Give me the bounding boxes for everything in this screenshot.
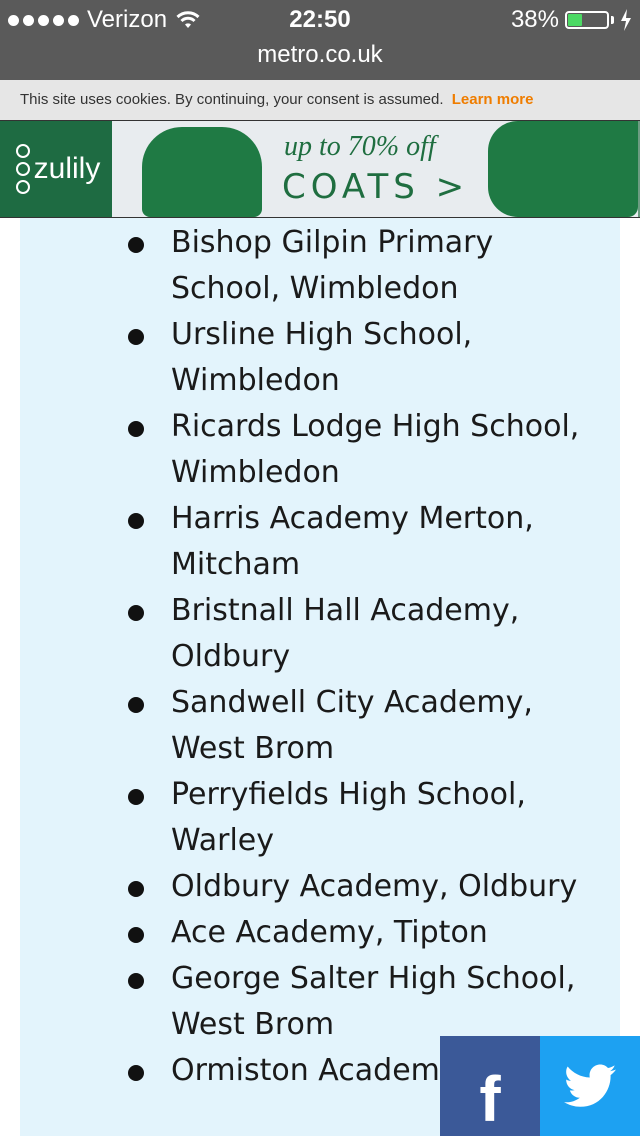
list-item: Ursline High School, Wimbledon <box>20 312 591 404</box>
share-bar: f <box>440 1036 640 1136</box>
bullet-icon <box>128 697 144 713</box>
bullet-icon <box>128 927 144 943</box>
bullet-icon <box>128 789 144 805</box>
ad-headline: up to 70% off <box>284 131 436 162</box>
ad-creative[interactable]: up to 70% off COATS > <box>112 121 638 217</box>
school-name: Harris Academy Merton, Mitcham <box>171 501 534 582</box>
green-coat-image-2 <box>488 121 638 217</box>
battery-level <box>568 14 583 26</box>
green-coat-image <box>142 127 262 217</box>
school-name: Ace Academy, Tipton <box>171 915 488 950</box>
school-list: Bishop Gilpin Primary School, Wimbledon U… <box>20 218 620 1094</box>
bullet-icon <box>128 513 144 529</box>
address-bar[interactable]: metro.co.uk <box>0 40 640 80</box>
charging-bolt-icon <box>621 9 631 31</box>
school-name: Perryfields High School, Warley <box>171 777 526 858</box>
school-name: George Salter High School, West Brom <box>171 961 576 1042</box>
school-name: Oldbury Academy, Oldbury <box>171 869 578 904</box>
battery-tip <box>611 16 614 24</box>
list-item: Ricards Lodge High School, Wimbledon <box>20 404 591 496</box>
cookie-notice: This site uses cookies. By continuing, y… <box>0 80 640 120</box>
bullet-icon <box>128 881 144 897</box>
list-item: Sandwell City Academy, West Brom <box>20 680 591 772</box>
school-name: Ricards Lodge High School, Wimbledon <box>171 409 580 490</box>
status-bar: Verizon 22:50 38% <box>0 0 640 40</box>
article-body: Bishop Gilpin Primary School, Wimbledon U… <box>20 218 620 1136</box>
ad-brand-name: zulily <box>33 152 101 185</box>
school-name: Bristnall Hall Academy, Oldbury <box>171 593 520 674</box>
list-item: George Salter High School, West Brom <box>20 956 591 1048</box>
flower-logo-icon <box>16 144 30 194</box>
bullet-icon <box>128 421 144 437</box>
list-item: Ace Academy, Tipton <box>20 910 591 956</box>
url-text[interactable]: metro.co.uk <box>257 41 382 68</box>
twitter-share-button[interactable] <box>540 1036 640 1136</box>
bullet-icon <box>128 237 144 253</box>
battery-icon <box>565 11 609 29</box>
facebook-icon: f <box>479 1063 501 1135</box>
bullet-icon <box>128 329 144 345</box>
zulily-logo[interactable]: zulily <box>0 121 112 217</box>
list-item: Oldbury Academy, Oldbury <box>20 864 591 910</box>
status-bar-right: 38% <box>511 6 632 34</box>
school-name: Sandwell City Academy, West Brom <box>171 685 533 766</box>
list-item: Perryfields High School, Warley <box>20 772 591 864</box>
twitter-icon <box>564 1064 616 1107</box>
ad-cta[interactable]: COATS > <box>282 167 469 207</box>
school-name: Bishop Gilpin Primary School, Wimbledon <box>171 225 494 306</box>
battery-percentage: 38% <box>510 6 559 33</box>
facebook-share-button[interactable]: f <box>440 1036 540 1136</box>
cookie-notice-text: This site uses cookies. By continuing, y… <box>20 91 444 108</box>
learn-more-link[interactable]: Learn more <box>452 91 534 108</box>
list-item: Bishop Gilpin Primary School, Wimbledon <box>20 220 591 312</box>
school-name: Ursline High School, Wimbledon <box>171 317 473 398</box>
ad-banner[interactable]: zulily up to 70% off COATS > <box>0 120 640 218</box>
bullet-icon <box>128 1065 144 1081</box>
list-item: Harris Academy Merton, Mitcham <box>20 496 591 588</box>
bullet-icon <box>128 973 144 989</box>
list-item: Bristnall Hall Academy, Oldbury <box>20 588 591 680</box>
bullet-icon <box>128 605 144 621</box>
